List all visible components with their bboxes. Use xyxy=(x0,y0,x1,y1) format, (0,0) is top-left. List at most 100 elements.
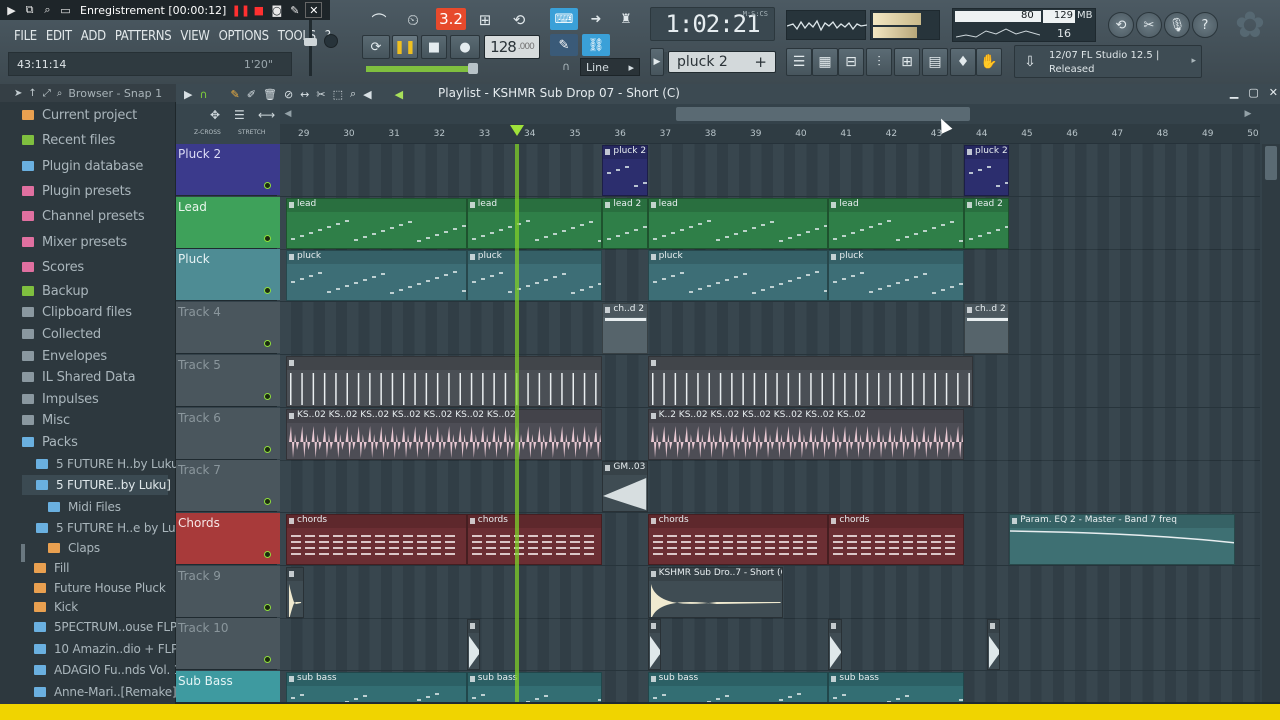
browser-item[interactable]: Future House Pluck xyxy=(34,578,166,598)
track-header[interactable]: Sub Bass xyxy=(176,671,280,702)
menu-add[interactable]: ADD xyxy=(81,29,106,47)
scroll-left-icon[interactable]: ◀ xyxy=(282,107,294,121)
typing-keyboard-icon[interactable]: ⌨ xyxy=(550,8,578,30)
news-next-icon[interactable]: ▸ xyxy=(1191,56,1196,66)
magnet-icon[interactable]: ∩ xyxy=(562,60,570,73)
options-arrow-icon[interactable]: ▶ xyxy=(184,88,192,101)
close-icon[interactable]: ✕ xyxy=(305,2,323,18)
playlist-clip[interactable] xyxy=(647,355,974,407)
song-position-handle[interactable] xyxy=(468,63,478,74)
browser-item[interactable]: 5 FUTURE H..by Luku] xyxy=(36,454,183,474)
pencil-icon[interactable]: ✎ xyxy=(550,34,578,56)
playlist-clip[interactable]: lead xyxy=(647,197,829,249)
playlist-clip[interactable]: pluck xyxy=(647,250,829,302)
playlist-clip[interactable]: pluck xyxy=(828,250,964,302)
browser-item[interactable]: 10 Amazin..dio + FLP) xyxy=(34,639,183,659)
playlist-clip[interactable]: ch..d 2 xyxy=(964,303,1010,355)
move-handle-icon[interactable]: ✥ xyxy=(210,108,220,122)
playlist-clip[interactable]: chords xyxy=(647,513,829,565)
track-lane[interactable]: KS..02 KS..02 KS..02 KS..02 KS..02 KS..0… xyxy=(280,407,1260,461)
add-pattern-icon[interactable]: + xyxy=(754,53,767,71)
link-icon[interactable]: ⛓ xyxy=(582,34,610,56)
playlist-clip[interactable]: sub bass xyxy=(286,672,467,702)
browser-item[interactable]: 5 FUTURE..by Luku] xyxy=(22,475,171,495)
slip-tool-icon[interactable]: ↔ xyxy=(300,88,309,101)
vertical-scrollbar[interactable] xyxy=(1262,144,1280,702)
multilink-icon[interactable]: ♜ xyxy=(612,8,640,30)
track-header[interactable]: Track 9 xyxy=(176,565,280,618)
playlist-icon[interactable]: ☰ xyxy=(786,48,812,76)
piano-roll-icon[interactable]: ⊟ xyxy=(838,48,864,76)
track-lane[interactable]: sub bass sub bass sub bass sub bass xyxy=(280,671,1260,702)
playhead-marker[interactable] xyxy=(509,125,524,136)
pan-icon[interactable]: ⟷ xyxy=(258,108,275,122)
playlist-clip[interactable]: pluck xyxy=(286,250,467,302)
browser-item[interactable]: Clipboard files xyxy=(22,302,132,322)
download-icon[interactable]: ⇩ xyxy=(1018,50,1042,74)
draw-tool-icon[interactable]: ✎ xyxy=(231,88,240,101)
track-header[interactable]: Track 5 xyxy=(176,354,280,407)
playback-tool-icon[interactable]: ◀ xyxy=(363,88,371,101)
playlist-clip[interactable]: sub bass xyxy=(647,672,829,702)
browser-item[interactable]: Current project xyxy=(22,105,137,125)
record-button[interactable]: ● xyxy=(450,35,480,59)
menu-file[interactable]: FILE xyxy=(14,29,37,47)
browser-item[interactable]: 5PECTRUM..ouse FLP xyxy=(34,617,177,637)
up-icon[interactable]: ↑ xyxy=(28,88,36,99)
select-tool-icon[interactable]: ⬚ xyxy=(333,88,343,101)
track-mute-led[interactable] xyxy=(264,287,271,295)
track-lane[interactable]: KSHMR Sub Dro..7 - Short (C) xyxy=(280,565,1260,619)
track-header[interactable]: Lead xyxy=(176,196,280,249)
pattern-prev-icon[interactable]: ▶ xyxy=(650,48,664,76)
pause-record-icon[interactable]: ❚❚ xyxy=(232,3,250,18)
master-volume-slider[interactable] xyxy=(300,18,320,78)
slice-tool-icon[interactable]: ✂ xyxy=(316,88,325,101)
scroll-right-icon[interactable]: ▶ xyxy=(1242,107,1254,121)
track-lane[interactable] xyxy=(280,618,1260,672)
pin-icon[interactable]: ▶ xyxy=(4,3,19,18)
undo-icon[interactable]: ⟲ xyxy=(1108,12,1134,38)
browser-item[interactable]: ADAGIO Fu..nds Vol. 1 xyxy=(34,660,181,680)
playlist-clip[interactable]: K..2 KS..02 KS..02 KS..02 KS..02 KS..02 … xyxy=(647,408,964,460)
magnify-icon[interactable]: ⌕ xyxy=(40,3,55,18)
browser-item[interactable]: Fill xyxy=(34,558,69,578)
channel-rack-icon[interactable]: ▦ xyxy=(812,48,838,76)
help-icon[interactable]: ? xyxy=(1192,12,1218,38)
arrow-right-icon[interactable]: ➜ xyxy=(582,8,610,30)
arrow-left-icon[interactable]: ➤ xyxy=(14,88,22,99)
playlist-clip[interactable]: chords xyxy=(286,513,467,565)
playlist-clip[interactable]: pluck 2 xyxy=(602,145,648,196)
browser-scrollbar[interactable] xyxy=(21,544,25,562)
playlist-clip[interactable]: lead xyxy=(828,197,964,249)
browser-item[interactable]: Scores xyxy=(22,257,84,277)
browser-icon[interactable]: ▤ xyxy=(922,48,948,76)
track-header[interactable]: Chords xyxy=(176,512,280,565)
track-header[interactable]: Track 7 xyxy=(176,460,280,513)
maximize-icon[interactable]: ▢ xyxy=(1248,86,1258,99)
window-icon[interactable]: ⧉ xyxy=(22,3,37,18)
browser-item[interactable]: Impulses xyxy=(22,389,99,409)
vertical-scroll-thumb[interactable] xyxy=(1265,146,1277,180)
loop-record-icon[interactable]: ⟲ xyxy=(504,8,534,32)
track-mute-led[interactable] xyxy=(264,234,271,242)
snap-mode-select[interactable]: Line ▸ xyxy=(580,58,640,76)
playlist-clip[interactable]: pluck xyxy=(466,250,603,302)
playlist-clip[interactable]: Param. EQ 2 - Master - Band 7 freq xyxy=(1009,513,1236,565)
pattern-selector[interactable]: ▶ pluck 2 + xyxy=(653,51,776,74)
track-lane[interactable]: pluck 2 pluck 2 xyxy=(280,144,1260,197)
playlist-clip[interactable]: lead 2 xyxy=(964,197,1010,249)
news-panel[interactable]: ⇩ 12/07 FL Studio 12.5 | Released ▸ xyxy=(1014,45,1202,78)
stop-button[interactable]: ■ xyxy=(421,35,447,59)
master-volume-handle[interactable] xyxy=(304,38,317,46)
playlist-clip[interactable] xyxy=(647,619,662,671)
expand-icon[interactable]: ⤢ xyxy=(43,88,51,99)
playlist-clip[interactable] xyxy=(286,355,603,407)
track-header[interactable]: Track 4 xyxy=(176,302,280,355)
track-lane[interactable]: chords chords chords chords Param. EQ 2 - Ma… xyxy=(280,512,1260,566)
browser-item[interactable]: Plugin presets xyxy=(22,181,131,201)
browser-item[interactable]: Envelopes xyxy=(22,346,107,366)
song-position-slider[interactable] xyxy=(366,63,478,74)
track-header[interactable]: Track 6 xyxy=(176,407,280,460)
track-mute-led[interactable] xyxy=(264,445,271,453)
equalizer-icon[interactable]: ⊞ xyxy=(894,48,920,76)
